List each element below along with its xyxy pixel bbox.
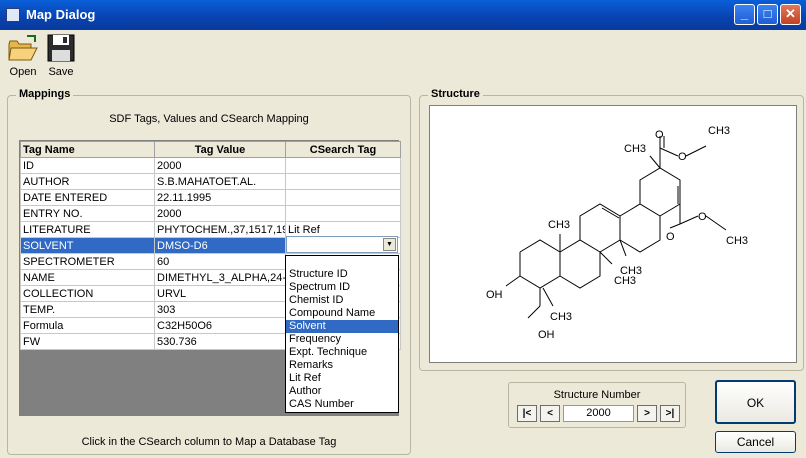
atom-label: OH	[486, 289, 503, 301]
tag-name-cell[interactable]: SPECTROMETER	[20, 253, 155, 270]
tag-name-cell[interactable]: FW	[20, 333, 155, 350]
folder-open-icon	[8, 35, 38, 61]
tag-value-cell[interactable]: S.B.MAHATOET.AL.	[154, 173, 286, 190]
dropdown-option[interactable]: Expt. Technique	[286, 346, 398, 359]
atom-label: CH3	[726, 235, 748, 247]
dropdown-option[interactable]: Compound Name	[286, 307, 398, 320]
tag-value-cell[interactable]: PHYTOCHEM.,37,1517,19	[154, 221, 286, 238]
minimize-button[interactable]: _	[734, 4, 755, 25]
atom-label: CH3	[624, 143, 646, 155]
tag-name-cell[interactable]: COLLECTION	[20, 285, 155, 302]
tag-name-cell[interactable]: DATE ENTERED	[20, 189, 155, 206]
app-icon	[6, 8, 20, 22]
atom-label: CH3	[548, 219, 570, 231]
atom-label: CH3	[708, 125, 730, 137]
tag-name-cell[interactable]: NAME	[20, 269, 155, 286]
tag-value-cell[interactable]: 60	[154, 253, 286, 270]
cancel-button[interactable]: Cancel	[715, 431, 796, 453]
molecule-structure: CH3 CH3 CH3 CH3 CH3 CH3 CH3 O O O O OH O…	[486, 125, 748, 341]
table-row[interactable]: ENTRY NO. 2000	[20, 205, 401, 222]
tag-value-cell[interactable]: 303	[154, 301, 286, 318]
structure-viewer: CH3 CH3 CH3 CH3 CH3 CH3 CH3 O O O O OH O…	[429, 105, 797, 363]
ok-button[interactable]: OK	[715, 380, 796, 424]
tag-value-cell[interactable]: DMSO-D6	[154, 237, 286, 254]
tag-name-cell[interactable]: LITERATURE	[20, 221, 155, 238]
floppy-disk-icon	[47, 34, 75, 62]
mapping-hint: Click in the CSearch column to Map a Dat…	[81, 436, 337, 448]
dropdown-option-selected[interactable]: Solvent	[286, 320, 398, 333]
mappings-heading: SDF Tags, Values and CSearch Mapping	[109, 113, 309, 125]
first-record-button[interactable]: |<	[517, 405, 537, 422]
column-header-csearch-tag[interactable]: CSearch Tag	[285, 141, 401, 158]
table-row[interactable]: AUTHOR S.B.MAHATOET.AL.	[20, 173, 401, 190]
tag-value-cell[interactable]: 22.11.1995	[154, 189, 286, 206]
tag-name-cell[interactable]: TEMP.	[20, 301, 155, 318]
tag-name-cell[interactable]: Formula	[20, 317, 155, 334]
save-label: Save	[48, 66, 74, 78]
table-row[interactable]: ID 2000	[20, 157, 401, 174]
csearch-tag-cell[interactable]	[285, 157, 401, 174]
window-title: Map Dialog	[26, 7, 96, 22]
atom-label: O	[698, 211, 707, 223]
save-button[interactable]: Save	[39, 32, 83, 80]
dropdown-option[interactable]: Lit Ref	[286, 372, 398, 385]
maximize-button[interactable]: □	[757, 4, 778, 25]
tag-value-cell[interactable]: 2000	[154, 205, 286, 222]
tag-value-cell[interactable]: 2000	[154, 157, 286, 174]
mappings-group-title: Mappings	[16, 88, 74, 100]
atom-label: CH3	[550, 311, 572, 323]
tag-value-cell[interactable]: C32H50O6	[154, 317, 286, 334]
atom-label: O	[666, 231, 675, 243]
tag-name-cell[interactable]: ID	[20, 157, 155, 174]
tag-value-cell[interactable]: 530.736	[154, 333, 286, 350]
tag-name-cell[interactable]: SOLVENT	[20, 237, 155, 254]
structure-number-label: Structure Number	[553, 389, 641, 401]
structure-navigator: Structure Number |< < 2000 > >|	[508, 382, 686, 428]
tag-value-cell[interactable]: URVL	[154, 285, 286, 302]
tag-name-cell[interactable]: AUTHOR	[20, 173, 155, 190]
csearch-tag-cell[interactable]	[285, 189, 401, 206]
last-record-button[interactable]: >|	[660, 405, 680, 422]
atom-label: O	[655, 129, 664, 141]
dropdown-option[interactable]: Structure ID	[286, 268, 398, 281]
dropdown-option[interactable]: CAS Number	[286, 398, 398, 411]
previous-record-button[interactable]: <	[540, 405, 560, 422]
tag-name-cell[interactable]: ENTRY NO.	[20, 205, 155, 222]
dropdown-option[interactable]: Spectrum ID	[286, 281, 398, 294]
dropdown-option[interactable]: Frequency	[286, 333, 398, 346]
csearch-tag-cell[interactable]	[285, 173, 401, 190]
table-row[interactable]: DATE ENTERED 22.11.1995	[20, 189, 401, 206]
dropdown-option[interactable]: Chemist ID	[286, 294, 398, 307]
csearch-tag-dropdown[interactable]: Structure ID Spectrum ID Chemist ID Comp…	[285, 255, 399, 413]
csearch-tag-cell[interactable]	[285, 205, 401, 222]
structure-number-input[interactable]: 2000	[563, 405, 634, 422]
close-button[interactable]: ✕	[780, 4, 801, 25]
atom-label: OH	[538, 329, 555, 341]
atom-label: O	[678, 151, 687, 163]
atom-label: CH3	[614, 275, 636, 287]
dropdown-option[interactable]: Remarks	[286, 359, 398, 372]
dropdown-arrow-icon[interactable]: ▼	[383, 238, 396, 251]
structure-group-title: Structure	[428, 88, 483, 100]
column-header-tag-value[interactable]: Tag Value	[154, 141, 286, 158]
next-record-button[interactable]: >	[637, 405, 657, 422]
dropdown-option[interactable]: Author	[286, 385, 398, 398]
csearch-tag-combo[interactable]: ▼	[286, 236, 398, 253]
column-header-tag-name[interactable]: Tag Name	[20, 141, 155, 158]
title-bar: Map Dialog _ □ ✕	[0, 0, 806, 30]
tag-value-cell[interactable]: DIMETHYL_3_ALPHA,24-	[154, 269, 286, 286]
